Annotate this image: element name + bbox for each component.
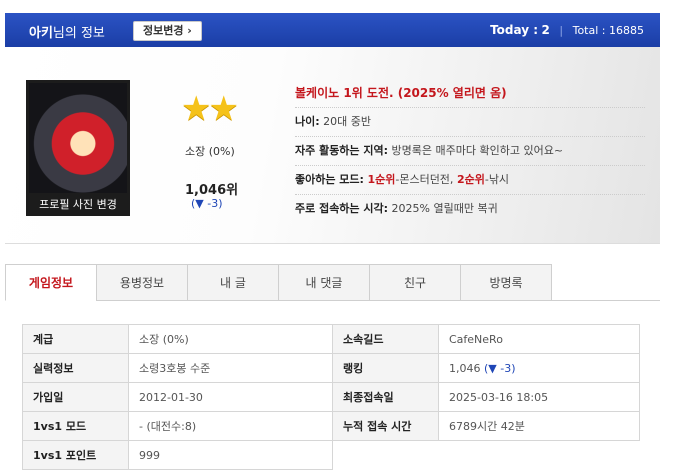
tab-my-comments[interactable]: 내 댓글: [279, 264, 370, 301]
edit-info-button[interactable]: 정보변경 ›: [133, 21, 202, 41]
age-label: 나이:: [295, 115, 320, 128]
mode-1-rank: 1순위: [367, 173, 396, 186]
stats-separator: |: [559, 24, 564, 37]
table-value: 6789시간 42분: [438, 411, 640, 441]
avatar: 프로필 사진 변경: [26, 80, 130, 216]
table-value: 소장 (0%): [128, 324, 333, 354]
avatar-image: [29, 83, 127, 193]
profile-header-bar: 아키님의 정보 정보변경 › Today : 2 | Total : 16885: [5, 13, 660, 47]
tab-my-posts[interactable]: 내 글: [188, 264, 279, 301]
table-key: 소속길드: [332, 324, 439, 354]
rank-stars-icon: ★★: [181, 89, 239, 129]
area-label: 자주 활동하는 지역:: [295, 144, 389, 157]
table-key: 최종접속일: [332, 382, 439, 412]
table-key: 누적 접속 시간: [332, 411, 439, 441]
table-key: 1vs1 모드: [22, 411, 129, 441]
game-info-table: 계급 소장 (0%) 소속길드 CafeNeRo 실력정보 소령3호봉 수준 랭…: [22, 324, 640, 470]
mode-1-value: -몬스터던전,: [395, 173, 454, 186]
table-row: 계급 소장 (0%) 소속길드 CafeNeRo: [22, 324, 640, 354]
table-value: 2012-01-30: [128, 382, 333, 412]
today-count: 2: [541, 23, 550, 37]
table-row: 1vs1 모드 - (대전수:8) 누적 접속 시간 6789시간 42분: [22, 411, 640, 441]
table-key: 실력정보: [22, 353, 129, 383]
table-empty-cell: [333, 441, 640, 470]
rank-position: 1,046위: [185, 183, 239, 198]
tab-divider: [96, 300, 660, 301]
profile-owner-title: 아키님의 정보: [29, 22, 105, 41]
table-key: 랭킹: [332, 353, 439, 383]
table-value: 999: [128, 440, 333, 470]
mode-2-value: -낚시: [484, 173, 510, 186]
table-row: 가입일 2012-01-30 최종접속일 2025-03-16 18:05: [22, 382, 640, 412]
tab-game-info[interactable]: 게임정보: [5, 264, 97, 301]
ranking-value: 1,046: [449, 361, 481, 375]
mode-2-rank: 2순위: [456, 173, 485, 186]
table-key: 가입일: [22, 382, 129, 412]
today-label: Today :: [490, 23, 539, 37]
tab-friends[interactable]: 친구: [370, 264, 461, 301]
tab-mercenary-info[interactable]: 용병정보: [97, 264, 188, 301]
age-value: 20대 중반: [323, 115, 371, 128]
profile-info: 볼케이노 1위 도전. (2025% 열리면 옴) 나이: 20대 중반 자주 …: [295, 79, 645, 223]
total-label: Total :: [572, 24, 606, 37]
table-key: 계급: [22, 324, 129, 354]
info-time: 주로 접속하는 시각: 2025% 열릴때만 복귀: [295, 195, 645, 223]
tab-guestbook[interactable]: 방명록: [461, 264, 552, 301]
area-value: 방명록은 매주마다 확인하고 있어요~: [391, 144, 564, 157]
guild-link[interactable]: CafeNeRo: [438, 324, 640, 354]
time-value: 2025% 열릴때만 복귀: [391, 202, 498, 215]
info-mode: 좋아하는 모드: 1순위-몬스터던전, 2순위-낚시: [295, 166, 645, 195]
rank-change: (▼ -3): [191, 197, 223, 210]
total-count: 16885: [609, 24, 644, 37]
time-label: 주로 접속하는 시각:: [295, 202, 389, 215]
table-row: 1vs1 포인트 999: [22, 440, 640, 470]
table-row: 실력정보 소령3호봉 수준 랭킹 1,046 (▼ -3): [22, 353, 640, 383]
info-age: 나이: 20대 중반: [295, 108, 645, 137]
rank-grade: 소장 (0%): [185, 145, 235, 158]
info-area: 자주 활동하는 지역: 방명록은 매주마다 확인하고 있어요~: [295, 137, 645, 166]
table-value: 1,046 (▼ -3): [438, 353, 640, 383]
table-value: - (대전수:8): [128, 411, 333, 441]
mode-label: 좋아하는 모드:: [295, 173, 364, 186]
profile-panel: 프로필 사진 변경 ★★ 소장 (0%) 1,046위 (▼ -3) 볼케이노 …: [5, 47, 660, 244]
username-suffix: 님의 정보: [52, 26, 105, 41]
table-key: 1vs1 포인트: [22, 440, 129, 470]
ranking-change: (▼ -3): [484, 361, 516, 375]
visitor-stats: Today : 2 | Total : 16885: [490, 23, 644, 37]
change-photo-button[interactable]: 프로필 사진 변경: [26, 196, 130, 212]
profile-headline: 볼케이노 1위 도전. (2025% 열리면 옴): [295, 79, 645, 108]
username: 아키: [29, 26, 53, 41]
table-value: 소령3호봉 수준: [128, 353, 333, 383]
table-value: 2025-03-16 18:05: [438, 382, 640, 412]
